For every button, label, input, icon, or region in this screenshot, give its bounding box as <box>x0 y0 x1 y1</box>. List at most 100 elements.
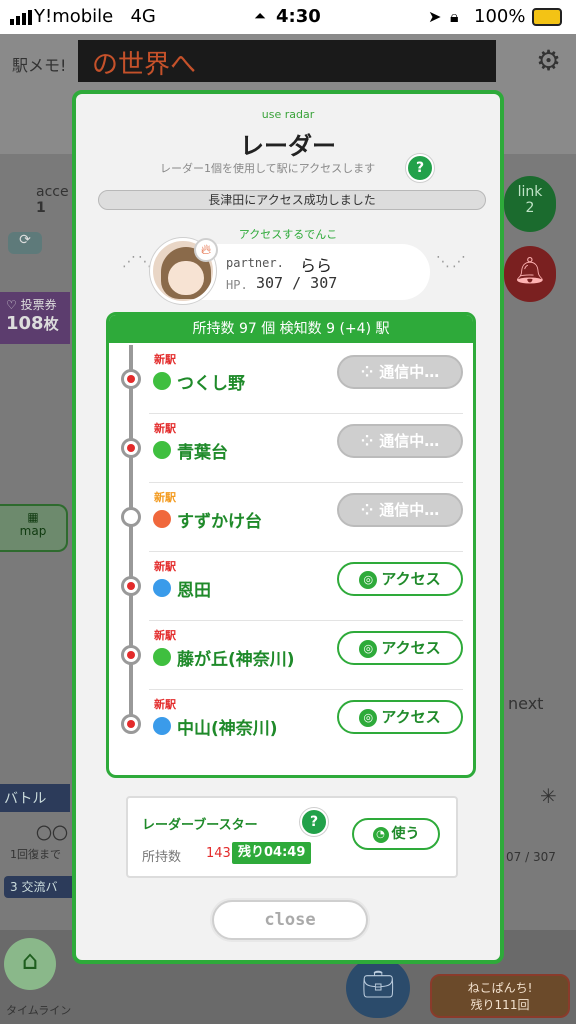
booster-help-button[interactable]: ? <box>300 808 328 836</box>
new-station-badge: 新駅 <box>154 422 176 435</box>
sparkle-right-icon: ⋱⋰ <box>436 254 468 270</box>
new-station-badge: 新駅 <box>154 560 176 573</box>
action-label: アクセス <box>381 708 441 726</box>
briefcase-icon[interactable]: 💼︎ <box>346 958 410 1018</box>
connecting-button[interactable]: ⁘ 通信中… <box>337 355 463 389</box>
news-marquee: の世界へ <box>78 40 496 82</box>
station-dot <box>121 645 141 665</box>
recover-timer: 1回復まで <box>10 848 61 861</box>
partner-hp-key: HP. <box>226 278 248 292</box>
booster-owned-count: 143 <box>206 846 231 861</box>
timeline-label[interactable]: タイムライン <box>6 1002 71 1018</box>
station-dot <box>121 576 141 596</box>
gear-icon[interactable]: ⚙ <box>536 44 561 77</box>
access-label: acce <box>36 184 69 200</box>
link-label: link <box>517 184 543 200</box>
background-hp: 07 / 307 <box>506 850 556 864</box>
next-button[interactable]: next <box>508 694 543 713</box>
refresh-icon[interactable]: ⟳ <box>8 232 42 254</box>
location-icon: ➤ <box>428 7 442 26</box>
access-icon: ◎ <box>359 640 378 658</box>
signal-icon <box>10 10 32 25</box>
station-name: 青葉台 <box>177 443 228 463</box>
radar-icon: ◔ <box>372 827 389 843</box>
modal-description: レーダー1個を使用して駅にアクセスします <box>160 162 376 175</box>
station-dot <box>121 507 141 527</box>
vote-ticket-panel[interactable]: ♡ 投票券 108枚 <box>0 292 70 344</box>
nekopanchi-remaining: 残り111回 <box>470 998 530 1012</box>
station-attribute-icon <box>153 510 171 528</box>
vote-count: 108 <box>6 313 44 334</box>
link-button[interactable]: link 2 <box>504 176 556 232</box>
use-booster-button[interactable]: ◔ 使う <box>352 818 440 850</box>
link-count: 2 <box>525 200 535 216</box>
station-row: 新駅 中山(神奈川) ◎ アクセス <box>109 690 473 759</box>
close-button[interactable]: close <box>212 900 368 940</box>
station-row: 新駅 すずかけ台 ⁘ 通信中… <box>109 483 473 552</box>
loading-icon: ⁘ <box>360 432 374 450</box>
station-name: 中山(神奈川) <box>177 719 278 739</box>
station-name: 恩田 <box>177 581 211 601</box>
battle-slots: 〇〇 <box>36 824 69 843</box>
modal-title: レーダー <box>240 132 336 160</box>
station-dot <box>121 438 141 458</box>
booster-timer: 残り04:49 <box>232 842 312 864</box>
access-button[interactable]: ◎ アクセス <box>337 562 463 596</box>
map-label: map <box>19 524 47 538</box>
station-row: 新駅 青葉台 ⁘ 通信中… <box>109 414 473 483</box>
booster-owned-key: 所持数 <box>142 850 182 865</box>
access-button[interactable]: ◎ アクセス <box>337 631 463 665</box>
new-station-badge: 新駅 <box>154 698 176 711</box>
help-button[interactable]: ? <box>406 154 434 182</box>
use-label: 使う <box>391 826 420 842</box>
network-type: 4G <box>130 6 156 27</box>
access-button[interactable]: ◎ アクセス <box>337 700 463 734</box>
nekopanchi-button[interactable]: ねこぱんち! 残り111回 <box>430 974 570 1018</box>
map-icon: ▦ <box>27 510 39 524</box>
station-dot <box>121 369 141 389</box>
access-status-message: 長津田にアクセス成功しました <box>98 190 486 210</box>
station-attribute-icon <box>153 648 171 666</box>
connecting-button[interactable]: ⁘ 通信中… <box>337 493 463 527</box>
station-list: 所持数 97 個 検知数 9 (+4) 駅 新駅 つくし野 ⁘ 通信中… 新駅 青葉台 ⁘ 通… <box>106 312 476 778</box>
sparkle-icon: ✳ <box>540 784 557 808</box>
radar-booster-panel: レーダーブースター ? 所持数 143 残り04:49 ◔ 使う <box>126 796 458 878</box>
access-icon: ◎ <box>359 709 378 727</box>
access-counter: acce 1 <box>36 184 69 216</box>
battery-icon <box>532 8 562 26</box>
station-attribute-icon <box>153 717 171 735</box>
station-dot <box>121 714 141 734</box>
vote-unit: 枚 <box>43 315 59 333</box>
vote-label: 投票券 <box>20 298 57 312</box>
new-station-badge: 新駅 <box>154 353 176 366</box>
bell-icon[interactable]: 🔔︎ <box>504 246 556 302</box>
action-label: 通信中… <box>379 501 440 519</box>
action-label: アクセス <box>381 570 441 588</box>
map-button[interactable]: ▦ map <box>0 504 68 552</box>
station-attribute-icon <box>153 372 171 390</box>
nekopanchi-label: ねこぱんち! <box>467 981 533 995</box>
loading-icon: ⁘ <box>360 501 374 519</box>
battle-label: バトル <box>0 784 70 812</box>
station-attribute-icon <box>153 579 171 597</box>
loading-icon: ⁘ <box>360 363 374 381</box>
app-logo: 駅メモ! <box>12 56 67 75</box>
partner-hp: 307 / 307 <box>256 274 338 292</box>
station-name: つくし野 <box>177 374 245 394</box>
carrier-name: Y!mobile <box>34 6 114 27</box>
modal-subtitle: use radar <box>261 108 315 121</box>
station-row: 新駅 恩田 ◎ アクセス <box>109 552 473 621</box>
home-icon[interactable]: ⌂ <box>4 938 56 990</box>
station-row: 新駅 つくし野 ⁘ 通信中… <box>109 345 473 414</box>
battery-percentage: 100% <box>474 6 526 27</box>
new-station-badge: 新駅 <box>154 629 176 642</box>
partner-name: らら <box>300 256 333 275</box>
connecting-button[interactable]: ⁘ 通信中… <box>337 424 463 458</box>
partner-name-key: partner. <box>226 256 284 270</box>
station-row: 新駅 藤が丘(神奈川) ◎ アクセス <box>109 621 473 690</box>
alarm-icon: ⏶ <box>254 7 267 25</box>
access-count: 1 <box>36 200 46 216</box>
heart-icon: ♡ <box>6 298 17 312</box>
action-label: 通信中… <box>379 363 440 381</box>
status-bar: Y!mobile 4G ⏶ 4:30 ➤ 🔒︎ 100% <box>0 0 576 34</box>
